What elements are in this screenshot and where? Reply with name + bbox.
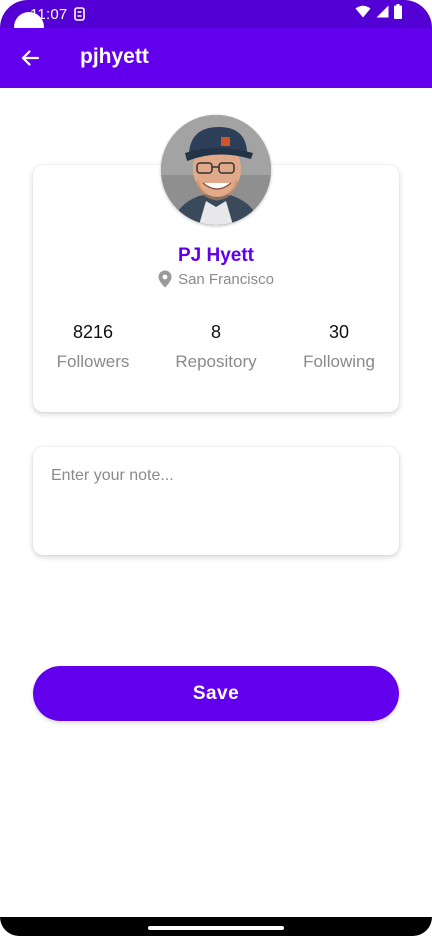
navigation-bar: [0, 917, 432, 936]
sync-icon: [74, 7, 85, 26]
status-bar: 11:07: [0, 0, 432, 42]
location-text: San Francisco: [178, 270, 274, 288]
page-title: pjhyett: [80, 45, 149, 68]
battery-icon: [394, 4, 402, 24]
stat-following[interactable]: 30 Following: [277, 322, 401, 372]
note-card: [33, 447, 399, 555]
screen: 11:07 pjhyett PJ Hyett San Francisco 821…: [0, 0, 432, 936]
following-count: 30: [328, 322, 350, 342]
stat-repository[interactable]: 8 Repository: [154, 322, 278, 372]
app-bar: pjhyett: [0, 28, 432, 88]
repository-label: Repository: [175, 352, 257, 371]
wifi-icon: [355, 5, 371, 23]
arrow-back-icon: [21, 50, 40, 66]
status-icons: [355, 4, 402, 24]
profile-name: PJ Hyett: [177, 245, 255, 266]
followers-label: Followers: [56, 352, 130, 371]
note-input[interactable]: [33, 447, 399, 555]
following-label: Following: [303, 352, 375, 371]
stat-followers[interactable]: 8216 Followers: [31, 322, 155, 372]
signal-icon: [376, 5, 389, 23]
back-button[interactable]: [14, 42, 46, 74]
location-row: San Francisco: [0, 270, 432, 288]
location-pin-icon: [158, 270, 172, 288]
home-indicator[interactable]: [148, 926, 284, 930]
repository-count: 8: [210, 322, 221, 342]
followers-count: 8216: [72, 322, 114, 342]
avatar: [161, 115, 271, 225]
save-button[interactable]: Save: [33, 666, 399, 721]
